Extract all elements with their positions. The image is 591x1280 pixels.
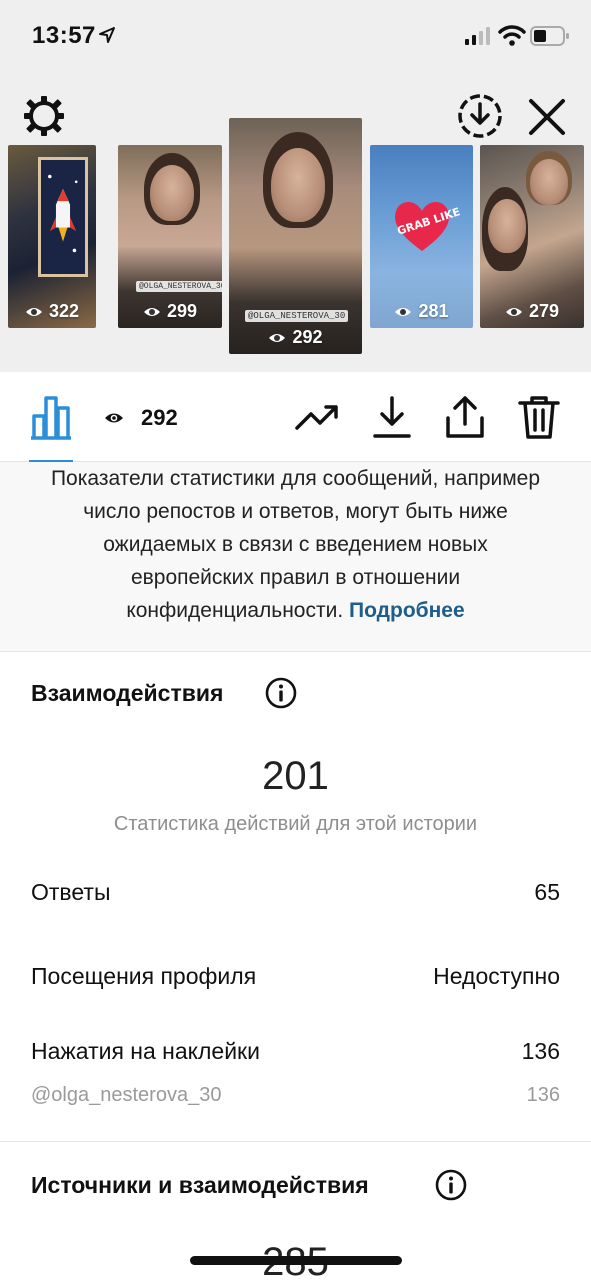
download-icon[interactable]	[369, 394, 415, 440]
eye-icon	[143, 307, 160, 316]
thumbnail-view-count: 281	[418, 301, 449, 321]
view-count: 292	[141, 405, 178, 430]
share-icon[interactable]	[442, 394, 488, 440]
location-arrow-icon	[99, 27, 115, 43]
thumbnail-views: 299	[118, 301, 222, 322]
rocket-drawing-image	[38, 157, 88, 277]
status-bar: 13:57	[0, 0, 591, 72]
story-thumbnail[interactable]: 279	[480, 145, 584, 328]
eye-icon	[105, 413, 123, 423]
profile-visits-label: Посещения профиля	[31, 963, 257, 989]
sticker-mention-label[interactable]: @olga_nesterova_30	[31, 1084, 221, 1107]
notice-body: Показатели статистики для сообщений, нап…	[50, 467, 541, 622]
story-thumbnail-selected[interactable]: @OLGA_NESTEROVA_30 292	[229, 118, 362, 354]
thumbnail-view-count: 299	[166, 301, 198, 321]
thumbnail-views: 322	[8, 301, 96, 322]
interactions-caption: Статистика действий для этой истории	[113, 813, 478, 835]
eye-icon	[505, 307, 522, 316]
gear-icon[interactable]	[22, 94, 66, 138]
privacy-notice: Показатели статистики для сообщений, нап…	[0, 462, 591, 652]
interactions-total: 201	[262, 754, 329, 798]
info-icon[interactable]	[435, 1169, 467, 1201]
replies-label: Ответы	[31, 879, 111, 905]
mention-tag: @OLGA_NESTEROVA_30	[245, 310, 349, 322]
thumbnail-view-count: 279	[528, 301, 560, 321]
eye-icon	[269, 333, 286, 342]
story-thumbnail[interactable]: GRAB LIKE 281	[370, 145, 473, 328]
sticker-taps-value: 136	[521, 1038, 560, 1064]
person-face	[150, 165, 194, 221]
download-circle-icon[interactable]	[456, 92, 504, 140]
selected-pointer	[276, 354, 312, 372]
sticker-mention-value: 136	[526, 1084, 560, 1106]
thumbnail-views: 279	[480, 301, 584, 322]
eye-icon	[25, 307, 42, 316]
thumbnail-view-count: 322	[48, 301, 80, 321]
action-bar: 292	[0, 372, 591, 463]
home-indicator[interactable]	[190, 1256, 402, 1265]
trending-up-icon[interactable]	[294, 394, 340, 440]
battery-icon	[530, 26, 569, 46]
story-thumbnail[interactable]: @OLGA_NESTEROVA_30 299	[118, 145, 222, 328]
child-face	[530, 159, 568, 205]
wifi-icon	[498, 25, 526, 46]
person-face	[488, 199, 526, 253]
info-icon[interactable]	[265, 677, 297, 709]
trash-icon[interactable]	[516, 394, 562, 440]
cellular-signal-icon	[465, 27, 490, 45]
interactions-title: Взаимодействия	[31, 680, 224, 706]
close-icon[interactable]	[526, 96, 568, 138]
privacy-notice-text: Показатели статистики для сообщений, нап…	[40, 462, 551, 627]
thumbnail-view-count: 292	[292, 327, 323, 347]
sticker-taps-label: Нажатия на наклейки	[31, 1038, 260, 1064]
eye-icon	[395, 307, 412, 316]
person-face	[271, 148, 325, 222]
status-time: 13:57	[32, 22, 96, 49]
story-thumbnail[interactable]: 322	[8, 145, 96, 328]
section-divider	[0, 1141, 591, 1142]
learn-more-link[interactable]: Подробнее	[349, 599, 465, 622]
bar-chart-icon[interactable]	[29, 394, 73, 440]
mention-tag: @OLGA_NESTEROVA_30	[136, 281, 222, 292]
profile-visits-value: Недоступно	[433, 963, 560, 989]
thumbnail-views: 281	[370, 301, 473, 322]
thumbnail-views: 292	[229, 327, 362, 348]
replies-value: 65	[534, 879, 560, 905]
sources-title: Источники и взаимодействия	[31, 1172, 369, 1198]
